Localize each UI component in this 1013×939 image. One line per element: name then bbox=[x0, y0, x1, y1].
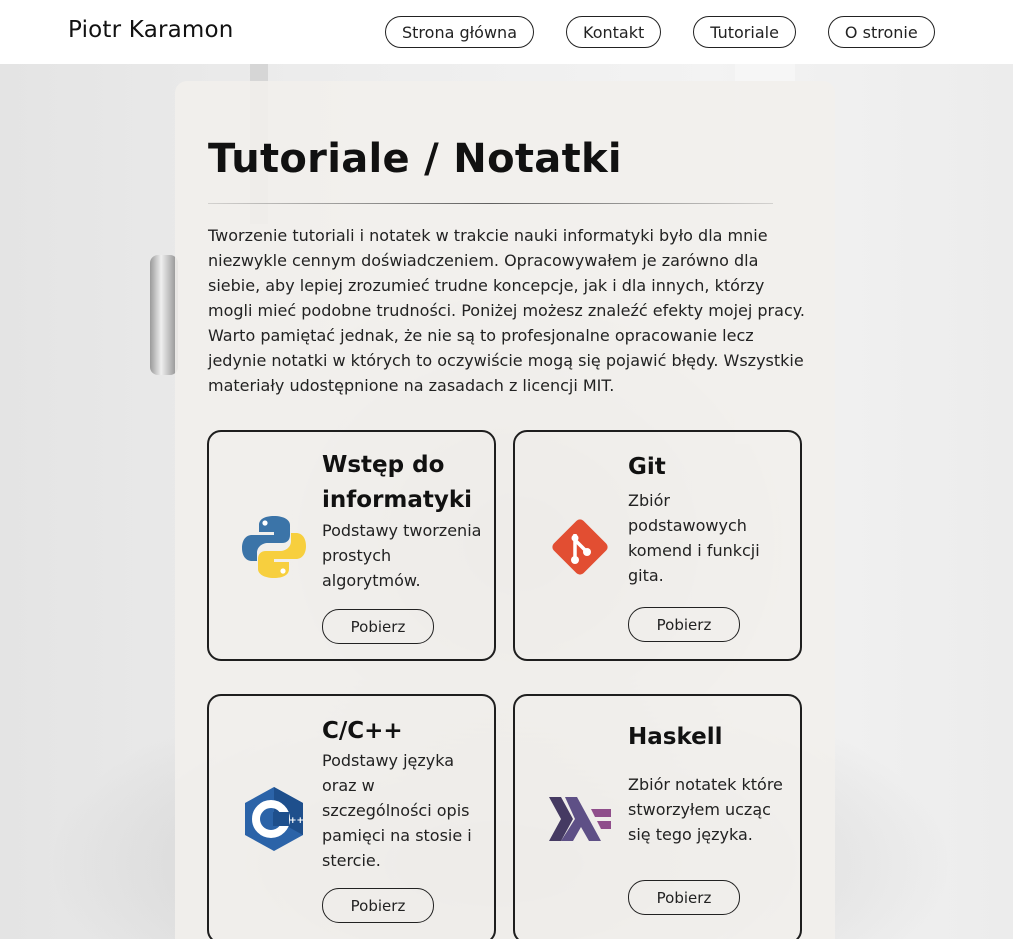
tile-description: Zbiór podstawowych komend i funkcji gita… bbox=[628, 491, 760, 585]
title-divider bbox=[208, 203, 773, 204]
download-button[interactable]: Pobierz bbox=[322, 888, 434, 923]
nav-home[interactable]: Strona główna bbox=[385, 16, 534, 48]
git-icon bbox=[545, 512, 615, 582]
tile-title: Wstęp do informatyki bbox=[322, 452, 473, 513]
page-title: Tutoriale / Notatki bbox=[208, 136, 622, 182]
tutorial-card-git: Git Zbiór podstawowych komend i funkcji … bbox=[513, 430, 802, 661]
brand-name[interactable]: Piotr Karamon bbox=[68, 17, 234, 43]
download-button[interactable]: Pobierz bbox=[628, 607, 740, 642]
tutorial-card-cpp: ++ C/C++ Podstawy języka oraz w szczegól… bbox=[207, 694, 496, 939]
download-button[interactable]: Pobierz bbox=[628, 880, 740, 915]
tile-description: Podstawy tworzenia prostych algorytmów. bbox=[322, 521, 482, 590]
nav-contact[interactable]: Kontakt bbox=[566, 16, 662, 48]
content-card: Tutoriale / Notatki Tworzenie tutoriali … bbox=[175, 81, 835, 939]
tile-title: Git bbox=[628, 454, 666, 480]
tile-title: Haskell bbox=[628, 724, 723, 750]
tile-title: C/C++ bbox=[322, 718, 403, 744]
python-icon bbox=[239, 512, 309, 582]
main-nav: Strona główna Kontakt Tutoriale O stroni… bbox=[385, 16, 935, 48]
download-button[interactable]: Pobierz bbox=[322, 609, 434, 644]
typewriter-knob bbox=[150, 255, 178, 375]
svg-text:++: ++ bbox=[289, 816, 304, 826]
haskell-icon bbox=[545, 784, 615, 854]
cpp-icon: ++ bbox=[239, 784, 309, 854]
tile-description: Podstawy języka oraz w szczególności opi… bbox=[322, 751, 472, 870]
tile-description: Zbiór notatek które stworzyłem ucząc się… bbox=[628, 775, 783, 844]
tutorial-card-intro-cs: Wstęp do informatyki Podstawy tworzenia … bbox=[207, 430, 496, 661]
tutorial-card-haskell: Haskell Zbiór notatek które stworzyłem u… bbox=[513, 694, 802, 939]
intro-text: Tworzenie tutoriali i notatek w trakcie … bbox=[208, 226, 806, 395]
nav-about[interactable]: O stronie bbox=[827, 16, 935, 48]
site-header: Piotr Karamon Strona główna Kontakt Tuto… bbox=[0, 0, 1013, 64]
nav-tutorials[interactable]: Tutoriale bbox=[693, 16, 796, 48]
